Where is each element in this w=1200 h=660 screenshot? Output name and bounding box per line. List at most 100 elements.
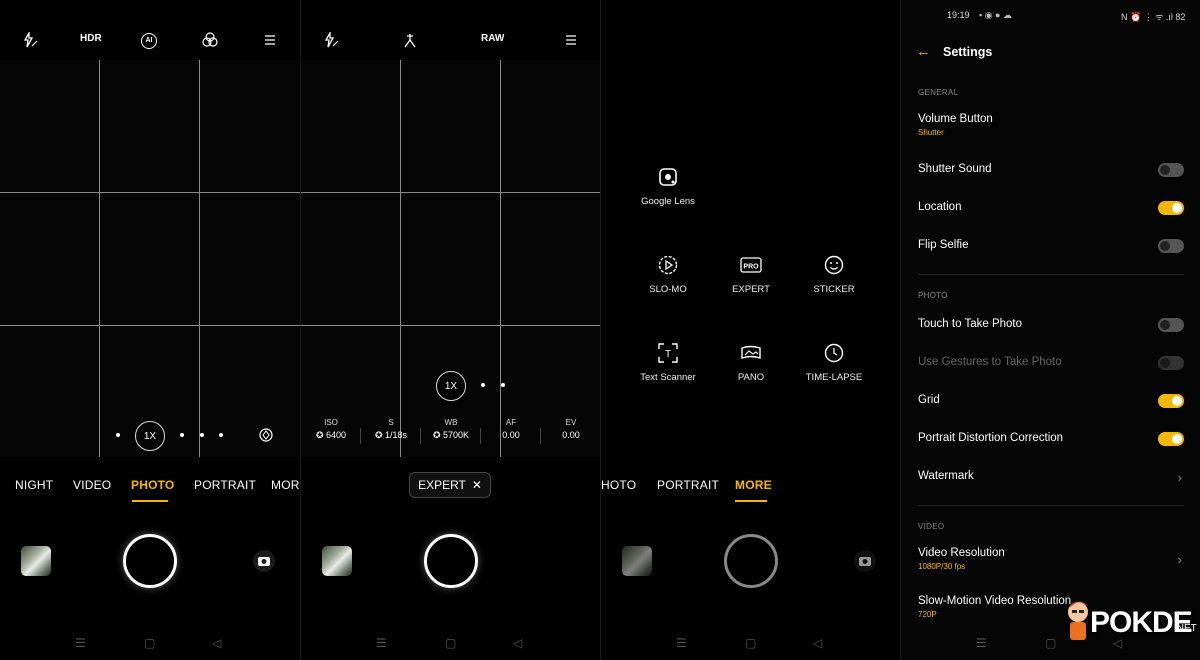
focus-control[interactable]: AF 0.00 bbox=[487, 418, 535, 440]
filter-icon[interactable] bbox=[202, 32, 218, 48]
tile-slo-mo[interactable]: SLO-MO bbox=[628, 254, 708, 295]
back-button[interactable]: ◁ bbox=[813, 636, 822, 650]
gallery-thumbnail[interactable] bbox=[322, 546, 352, 576]
tripod-icon[interactable] bbox=[403, 32, 417, 48]
viewfinder[interactable] bbox=[0, 60, 300, 457]
tile-text-scanner[interactable]: T Text Scanner bbox=[628, 342, 708, 383]
mode-more[interactable]: MORE bbox=[271, 478, 300, 492]
back-button[interactable]: ◁ bbox=[212, 636, 221, 650]
expert-mode-screen: RAW 1X ISO ✪ 6400 S ✪ 1/18s WB ✪ 5700K A… bbox=[300, 0, 600, 660]
grid-line bbox=[301, 192, 600, 193]
close-icon[interactable]: ✕ bbox=[472, 478, 482, 492]
recents-button[interactable]: ☰ bbox=[376, 636, 387, 650]
exposure-control[interactable]: EV 0.00 bbox=[547, 418, 595, 440]
hdr-toggle[interactable]: HDR bbox=[80, 33, 102, 44]
manual-controls: ISO ✪ 6400 S ✪ 1/18s WB ✪ 5700K AF 0.00 … bbox=[301, 418, 600, 448]
back-button[interactable]: ◁ bbox=[513, 636, 522, 650]
home-button[interactable]: ▢ bbox=[745, 636, 756, 650]
grid-line bbox=[0, 325, 300, 326]
tile-expert[interactable]: PRO EXPERT bbox=[711, 254, 791, 295]
param-label: S bbox=[388, 418, 394, 427]
grid-setting[interactable]: Grid bbox=[918, 394, 1184, 408]
tile-label: EXPERT bbox=[732, 284, 770, 295]
flash-auto-icon[interactable] bbox=[323, 32, 339, 48]
zoom-dot[interactable] bbox=[180, 433, 184, 437]
portrait-distortion-setting[interactable]: Portrait Distortion Correction bbox=[918, 432, 1184, 446]
grid-line bbox=[199, 60, 200, 457]
gestures-setting: Use Gestures to Take Photo bbox=[918, 356, 1184, 370]
shutter-sound-setting[interactable]: Shutter Sound bbox=[918, 163, 1184, 177]
param-label: AF bbox=[505, 418, 517, 427]
shutter-button[interactable] bbox=[724, 534, 778, 588]
volume-button-setting[interactable]: Volume Button Shutter bbox=[918, 113, 1184, 137]
zoom-button[interactable]: 1X bbox=[135, 421, 165, 451]
switch-camera-icon[interactable] bbox=[853, 549, 877, 573]
param-value: 1/18s bbox=[385, 430, 408, 440]
param-value: 5700K bbox=[443, 430, 470, 440]
zoom-button[interactable]: 1X bbox=[436, 371, 466, 401]
flip-selfie-toggle[interactable] bbox=[1158, 239, 1184, 253]
tile-pano[interactable]: PANO bbox=[711, 342, 791, 383]
tile-time-lapse[interactable]: TIME-LAPSE bbox=[794, 342, 874, 383]
gestures-toggle bbox=[1158, 356, 1184, 370]
param-value: 0.00 bbox=[562, 430, 580, 440]
recents-button[interactable]: ☰ bbox=[976, 636, 987, 650]
shutter-button[interactable] bbox=[123, 534, 177, 588]
zoom-dot[interactable] bbox=[200, 433, 204, 437]
home-button[interactable]: ▢ bbox=[144, 636, 155, 650]
mode-more[interactable]: MORE bbox=[735, 478, 772, 492]
expert-mode-chip[interactable]: EXPERT ✕ bbox=[409, 472, 491, 498]
lens-switch-icon[interactable] bbox=[258, 427, 274, 443]
slo-mo-icon bbox=[658, 255, 678, 275]
pano-icon bbox=[741, 345, 761, 359]
shutter-sound-toggle[interactable] bbox=[1158, 163, 1184, 177]
flip-selfie-setting[interactable]: Flip Selfie bbox=[918, 239, 1184, 253]
gallery-thumbnail[interactable] bbox=[622, 546, 652, 576]
zoom-dot[interactable] bbox=[481, 383, 485, 387]
flash-auto-icon[interactable] bbox=[22, 32, 38, 48]
zoom-dot[interactable] bbox=[219, 433, 223, 437]
pokde-watermark-logo: POKDE .NET bbox=[1060, 592, 1197, 647]
zoom-dot[interactable] bbox=[116, 433, 120, 437]
home-button[interactable]: ▢ bbox=[445, 636, 456, 650]
recents-button[interactable]: ☰ bbox=[676, 636, 687, 650]
video-resolution-setting[interactable]: Video Resolution 1080P/30 fps › bbox=[918, 547, 1184, 571]
grid-line bbox=[500, 60, 501, 457]
touch-to-take-photo-setting[interactable]: Touch to Take Photo bbox=[918, 318, 1184, 332]
shutter-speed-control[interactable]: S ✪ 1/18s bbox=[367, 418, 415, 441]
zoom-dot[interactable] bbox=[501, 383, 505, 387]
white-balance-control[interactable]: WB ✪ 5700K bbox=[427, 418, 475, 441]
raw-toggle[interactable]: RAW bbox=[481, 33, 504, 44]
setting-value: Shutter bbox=[918, 128, 944, 137]
tile-label: SLO-MO bbox=[649, 284, 687, 295]
back-arrow-icon[interactable]: ← bbox=[916, 43, 931, 60]
watermark-setting[interactable]: Watermark › bbox=[918, 470, 1184, 485]
tile-google-lens[interactable]: Google Lens bbox=[628, 166, 708, 207]
gallery-thumbnail[interactable] bbox=[21, 546, 51, 576]
tile-sticker[interactable]: STICKER bbox=[794, 254, 874, 295]
recents-button[interactable]: ☰ bbox=[75, 636, 86, 650]
menu-icon[interactable] bbox=[264, 34, 276, 46]
mode-portrait[interactable]: PORTRAIT bbox=[194, 478, 256, 492]
setting-label: Portrait Distortion Correction bbox=[918, 432, 1064, 444]
mode-photo[interactable]: PHOTO bbox=[131, 478, 174, 492]
iso-control[interactable]: ISO ✪ 6400 bbox=[307, 418, 355, 441]
mode-video[interactable]: VIDEO bbox=[73, 478, 111, 492]
home-button[interactable]: ▢ bbox=[1045, 636, 1056, 650]
ai-toggle[interactable]: AI bbox=[141, 33, 157, 49]
location-setting[interactable]: Location bbox=[918, 201, 1184, 215]
portrait-distortion-toggle[interactable] bbox=[1158, 432, 1184, 446]
setting-label: Use Gestures to Take Photo bbox=[918, 356, 1062, 368]
mode-portrait[interactable]: PORTRAIT bbox=[657, 478, 719, 492]
touch-to-take-photo-toggle[interactable] bbox=[1158, 318, 1184, 332]
watermark-suffix: .NET bbox=[1174, 623, 1197, 634]
setting-value: 1080P/30 fps bbox=[918, 562, 966, 571]
mode-photo[interactable]: HOTO bbox=[601, 478, 636, 492]
tile-label: TIME-LAPSE bbox=[805, 372, 863, 383]
grid-toggle[interactable] bbox=[1158, 394, 1184, 408]
shutter-button[interactable] bbox=[424, 534, 478, 588]
location-toggle[interactable] bbox=[1158, 201, 1184, 215]
mode-night[interactable]: NIGHT bbox=[15, 478, 53, 492]
menu-icon[interactable] bbox=[565, 34, 577, 46]
switch-camera-icon[interactable] bbox=[252, 549, 276, 573]
